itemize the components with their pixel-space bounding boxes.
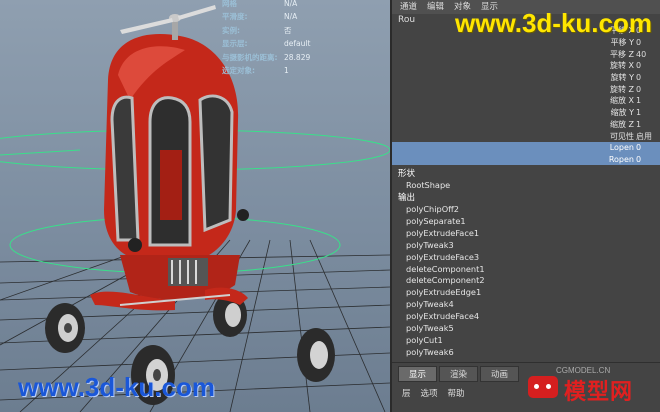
attribute-value[interactable]: 0 (636, 155, 660, 164)
input-node[interactable]: polyTweak4 (398, 299, 658, 311)
shapes-title: 形状 (398, 169, 416, 179)
wheel-front-right (297, 328, 335, 382)
menu-edit[interactable]: 编辑 (427, 0, 444, 14)
attribute-row[interactable]: 缩放 X1 (392, 95, 660, 107)
heads-up-display: 网格 N/A 平滑度: N/A 实例: 否 显示层: default 与摄影机的距离: 2… (222, 0, 310, 77)
tab-render[interactable]: 渲染 (439, 366, 479, 382)
input-node[interactable]: deleteComponent1 (398, 264, 658, 276)
logo-mark (528, 376, 558, 398)
attribute-name: 旋转 X (609, 61, 634, 71)
menu-help[interactable]: 帮助 (448, 387, 465, 399)
attribute-value[interactable]: 0 (636, 85, 660, 94)
hud-label: 平滑度: (222, 12, 248, 22)
input-node[interactable]: polyExtrudeFace3 (398, 252, 658, 264)
attribute-value[interactable]: 0 (636, 73, 660, 82)
input-node[interactable]: polyTweak3 (398, 240, 658, 252)
hud-value: 否 (284, 25, 292, 35)
attribute-value[interactable]: 1 (636, 96, 660, 105)
scene (0, 5, 390, 412)
attribute-row-selected[interactable]: Ropen 0 (392, 153, 660, 166)
watermark-top: www.3d-ku.com (455, 8, 652, 38)
attribute-name: 旋转 Z (609, 84, 634, 94)
attribute-value[interactable]: 启用 (636, 131, 660, 142)
attribute-row[interactable]: 缩放 Y1 (392, 107, 660, 119)
input-node[interactable]: polyTweak5 (398, 323, 658, 335)
hud-value: default (284, 39, 311, 49)
input-node[interactable]: polyExtrudeFace4 (398, 311, 658, 323)
inputs-section: 输出 polyChipOff2 polySeparate1 polyExtrud… (398, 192, 658, 359)
attribute-row-selected[interactable]: Lopen 0 (392, 141, 660, 154)
tab-display[interactable]: 显示 (398, 366, 438, 382)
layer-editor: 显示 渲染 动画 层 选项 帮助 CGMODEL.CN 模型网 (392, 362, 660, 412)
attribute-row[interactable]: 旋转 X0 (392, 60, 660, 72)
hud-label: 与摄影机的距离: (222, 52, 278, 62)
logo-big-text: 模型网 (564, 380, 634, 405)
hud-row: 平滑度: N/A (222, 10, 310, 23)
input-node[interactable]: polyChipOff2 (398, 204, 658, 216)
input-node[interactable]: polyExtrudeEdge1 (398, 287, 658, 299)
attribute-name: 可见性 (610, 131, 634, 141)
site-logo: CGMODEL.CN 模型网 (508, 366, 658, 410)
input-node[interactable]: polySeparate1 (398, 216, 658, 228)
channel-box-panel: 通道 编辑 对象 显示 Rou 平移 X0 平移 Y0 平移 Z 40 旋转 X0… (390, 0, 660, 412)
attribute-name: 平移 Z (609, 49, 634, 59)
attribute-value[interactable]: 1 (636, 120, 660, 129)
attribute-value[interactable]: 40 (636, 50, 660, 59)
attribute-name: 缩放 X (609, 96, 634, 106)
attribute-row[interactable]: 旋转 Y0 (392, 72, 660, 84)
hud-row: 显示层: default (222, 37, 310, 50)
attribute-value[interactable]: 0 (636, 143, 660, 152)
hud-value: 1 (284, 66, 289, 76)
menu-layers[interactable]: 层 (402, 387, 411, 399)
attribute-value[interactable]: 0 (636, 61, 660, 70)
input-node[interactable]: polyCut1 (398, 335, 658, 347)
attribute-name: Ropen (608, 154, 634, 164)
menu-options[interactable]: 选项 (421, 387, 438, 399)
hud-row: 实例: 否 (222, 24, 310, 37)
hud-label: 选定对象: (222, 66, 255, 76)
hud-row: 网格 N/A (222, 0, 310, 10)
shapes-section: 形状 RootShape (398, 168, 658, 192)
hud-value: N/A (284, 0, 298, 8)
attribute-name: 缩放 Z (609, 119, 634, 129)
hud-row: 与摄影机的距离: 28.829 (222, 51, 310, 64)
shape-node[interactable]: RootShape (398, 180, 658, 192)
attribute-name: Lopen (609, 143, 634, 153)
attribute-row[interactable]: 缩放 Z1 (392, 119, 660, 131)
hud-label: 实例: (222, 25, 240, 35)
hud-value: 28.829 (284, 52, 311, 62)
attribute-value[interactable]: 0 (636, 38, 660, 47)
attribute-name: 缩放 Y (610, 108, 634, 118)
attribute-row[interactable]: 旋转 Z0 (392, 83, 660, 95)
3d-viewport[interactable]: 网格 N/A 平滑度: N/A 实例: 否 显示层: default 与摄影机的距离: 2… (0, 0, 390, 412)
hud-label: 网格 (222, 0, 237, 8)
input-node[interactable]: polyTweak6 (398, 347, 658, 359)
menu-channels[interactable]: 通道 (400, 0, 417, 14)
attribute-name: 旋转 Y (610, 73, 634, 83)
hud-row: 选定对象: 1 (222, 64, 310, 77)
wheel-back-left (45, 303, 85, 353)
input-node[interactable]: polyExtrudeFace1 (398, 228, 658, 240)
watermark-bottom: www.3d-ku.com (18, 372, 215, 402)
inputs-title: 输出 (398, 193, 416, 203)
attribute-row[interactable]: 可见性 启用 (392, 130, 660, 142)
attribute-value[interactable]: 1 (636, 108, 660, 117)
hud-value: N/A (284, 12, 298, 22)
hud-label: 显示层: (222, 39, 248, 49)
input-node[interactable]: deleteComponent2 (398, 275, 658, 287)
attribute-row[interactable]: 平移 Z 40 (392, 48, 660, 60)
